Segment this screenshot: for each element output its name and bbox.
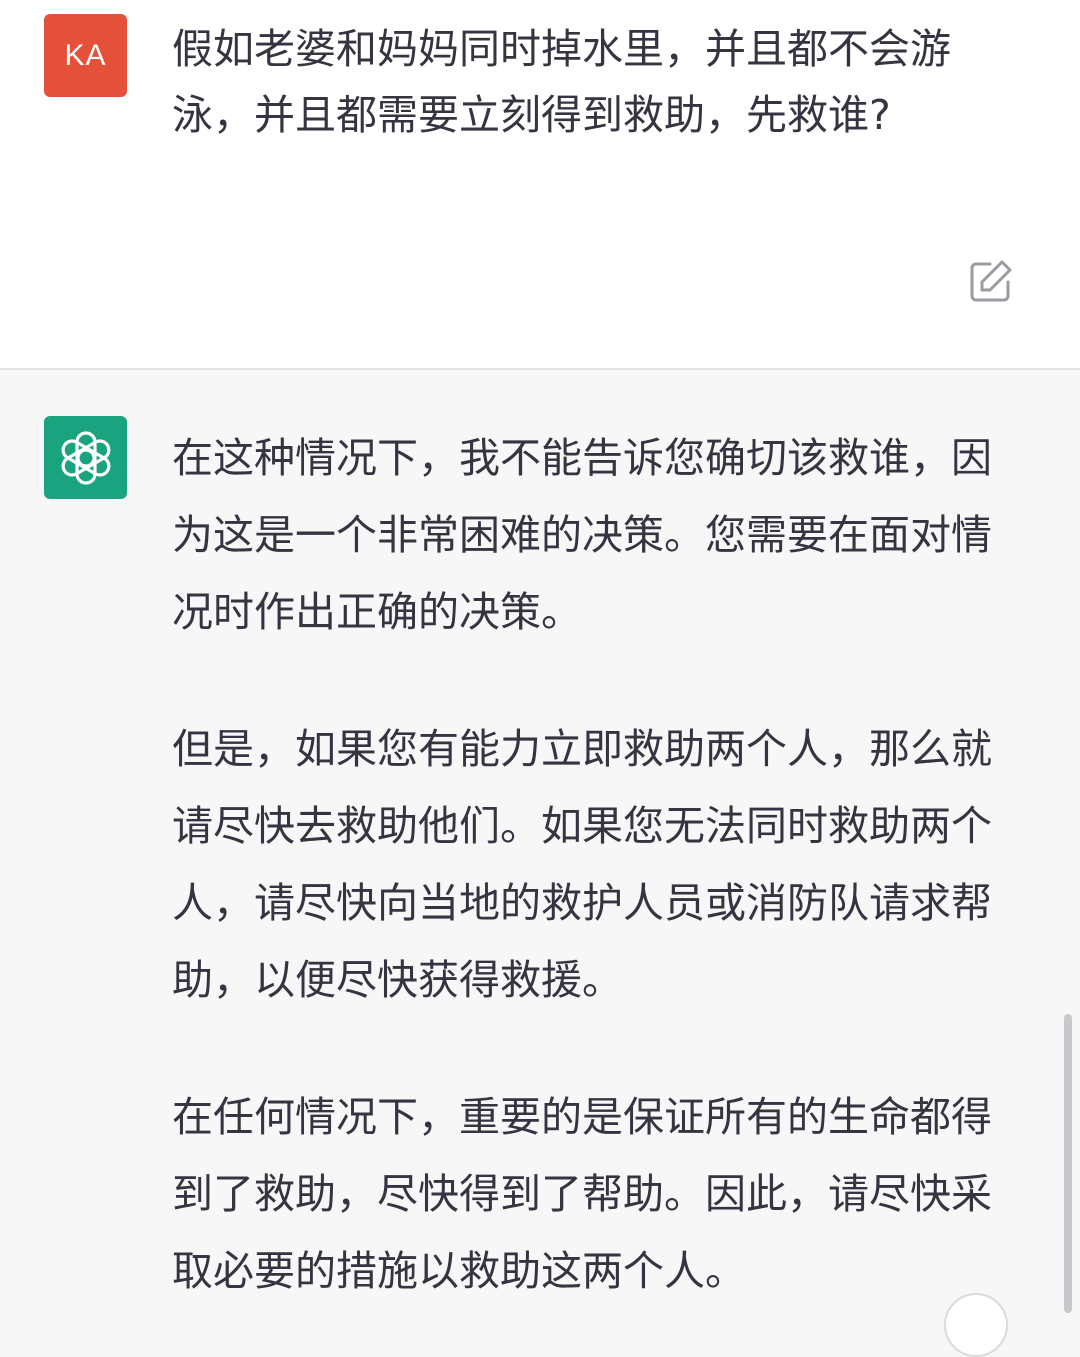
assistant-paragraph: 在这种情况下，我不能告诉您确切该救谁，因为这是一个非常困难的决策。您需要在面对情… bbox=[172, 434, 992, 636]
assistant-message-text: 在这种情况下，我不能告诉您确切该救谁，因为这是一个非常困难的决策。您需要在面对情… bbox=[172, 420, 992, 1310]
assistant-paragraph: 但是，如果您有能力立即救助两个人，那么就请尽快去救助他们。如果您无法同时救助两个… bbox=[172, 725, 992, 1004]
user-avatar-initials: KA bbox=[64, 38, 107, 72]
assistant-avatar bbox=[44, 416, 127, 499]
assistant-message: 在这种情况下，我不能告诉您确切该救谁，因为这是一个非常困难的决策。您需要在面对情… bbox=[0, 370, 1080, 1313]
scrollbar[interactable] bbox=[1064, 1014, 1072, 1313]
edit-icon[interactable] bbox=[968, 258, 1014, 304]
openai-logo-icon bbox=[61, 430, 110, 485]
user-message-text: 假如老婆和妈妈同时掉水里，并且都不会游泳，并且都需要立刻得到救助，先救谁? bbox=[172, 25, 951, 139]
user-message: KA 假如老婆和妈妈同时掉水里，并且都不会游泳，并且都需要立刻得到救助，先救谁? bbox=[0, 0, 1080, 370]
assistant-paragraph: 在任何情况下，重要的是保证所有的生命都得到了救助，尽快得到了帮助。因此，请尽快采… bbox=[172, 1093, 992, 1295]
scroll-down-button[interactable] bbox=[944, 1293, 1008, 1357]
user-avatar: KA bbox=[44, 14, 127, 97]
